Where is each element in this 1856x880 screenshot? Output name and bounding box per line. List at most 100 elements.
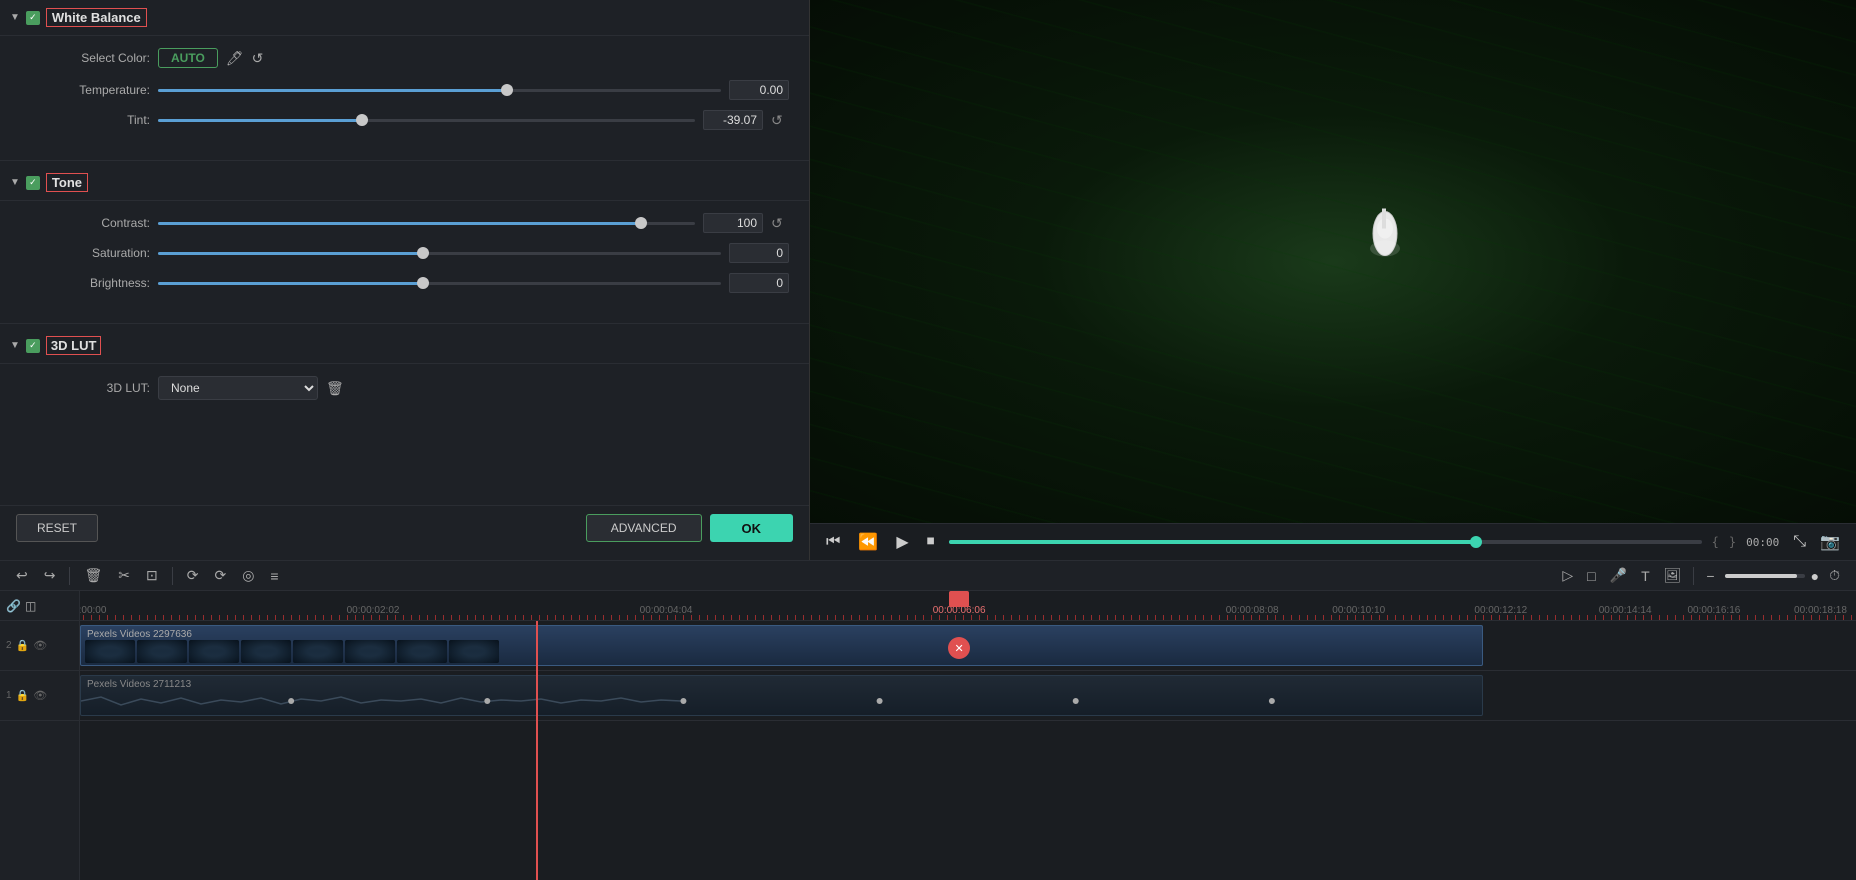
- track2-number: 2: [6, 640, 12, 651]
- tint-value[interactable]: -39.07: [703, 110, 763, 130]
- lut-section-header[interactable]: ▼ 3D LUT: [0, 328, 809, 364]
- track2-controls: 2 🔒 👁: [0, 621, 79, 671]
- zoom-dot: ●: [1811, 568, 1819, 584]
- wb-chevron: ▼: [10, 12, 20, 23]
- audio-clip[interactable]: Pexels Videos 2711213: [80, 675, 1483, 716]
- audio-track-row: Pexels Videos 2711213: [80, 671, 1856, 721]
- brightness-label: Brightness:: [40, 276, 150, 290]
- lut-trash-icon[interactable]: 🗑: [326, 380, 344, 397]
- transform-button[interactable]: ⊡: [142, 565, 162, 586]
- lut-label: 3D LUT:: [40, 381, 150, 395]
- redo-button[interactable]: ↪: [40, 565, 60, 586]
- video-preview: [810, 0, 1856, 523]
- track1-eye-icon[interactable]: 👁: [33, 689, 47, 702]
- mic-btn[interactable]: 🎤: [1606, 565, 1631, 586]
- tint-reset-icon[interactable]: ↺: [771, 112, 789, 129]
- cut-button[interactable]: ✂: [114, 565, 134, 586]
- timeline-content: 🔗 ◫ 2 🔒 👁 1 🔒 👁: [0, 591, 1856, 880]
- track2-lock-icon[interactable]: 🔒: [16, 639, 30, 652]
- auto-button[interactable]: AUTO: [158, 48, 218, 68]
- toolbar-separator-2: [172, 567, 173, 585]
- toolbar-separator-3: [1693, 567, 1694, 585]
- magnet-icon[interactable]: ◫: [25, 599, 36, 613]
- reset-button[interactable]: RESET: [16, 514, 98, 542]
- lut-checkbox[interactable]: [26, 339, 40, 353]
- rewind-button[interactable]: ⏮: [822, 531, 844, 553]
- tone-body: Contrast: 100 ↺ Saturation:: [0, 201, 809, 319]
- track1-lock-icon[interactable]: 🔒: [16, 689, 30, 702]
- contrast-value[interactable]: 100: [703, 213, 763, 233]
- track1-number: 1: [6, 690, 12, 701]
- progress-thumb: [1470, 536, 1482, 548]
- contrast-label: Contrast:: [40, 216, 150, 230]
- prev-frame-button[interactable]: ⏪: [854, 530, 882, 554]
- list-button[interactable]: ≡: [266, 566, 282, 586]
- clock-btn[interactable]: ⏱: [1825, 565, 1844, 586]
- screenshot-button[interactable]: 📷: [1816, 530, 1844, 554]
- tone-section-header[interactable]: ▼ Tone: [0, 165, 809, 201]
- video-controls-bar: ⏮ ⏪ ▶ ⏹ { } 00:00 ⤡ 📷: [810, 523, 1856, 560]
- contrast-reset-icon[interactable]: ↺: [771, 215, 789, 232]
- progress-bar[interactable]: [949, 540, 1702, 544]
- advanced-button[interactable]: ADVANCED: [586, 514, 702, 542]
- timeline-scroll-area: 00:00:00:00 00:00:02:02 00:00:04:04 00:0…: [80, 591, 1856, 880]
- tone-chevron: ▼: [10, 177, 20, 188]
- redo-special-button[interactable]: ⟳: [210, 565, 230, 586]
- delete-button[interactable]: 🗑: [80, 565, 106, 586]
- minus-btn[interactable]: −: [1702, 566, 1718, 586]
- stop-button[interactable]: ⏹: [923, 531, 939, 553]
- thumb-7: [397, 640, 447, 663]
- wb-checkbox[interactable]: [26, 11, 40, 25]
- saturation-value[interactable]: 0: [729, 243, 789, 263]
- contrast-slider[interactable]: [158, 213, 695, 233]
- track-controls-column: 🔗 ◫ 2 🔒 👁 1 🔒 👁: [0, 591, 80, 880]
- audio-track-content: Pexels Videos 2711213: [80, 671, 1856, 720]
- left-panel: ▼ White Balance Select Color: AUTO 🖊 ↺ T…: [0, 0, 810, 560]
- ok-button[interactable]: OK: [710, 514, 794, 542]
- tone-checkbox[interactable]: [26, 176, 40, 190]
- eyedropper-icon[interactable]: 🖊: [226, 50, 244, 67]
- effect-button[interactable]: ◎: [238, 565, 258, 586]
- tint-slider[interactable]: [158, 110, 695, 130]
- temperature-value[interactable]: 0.00: [729, 80, 789, 100]
- timeline-area: ↩ ↪ 🗑 ✂ ⊡ ⟳ ⟳ ◎ ≡ ▷ □ 🎤 T 🖼 − ● ⏱: [0, 560, 1856, 880]
- clip-btn[interactable]: □: [1583, 566, 1599, 586]
- lut-select[interactable]: None Cinematic Warm Cool Vintage: [158, 376, 318, 400]
- saturation-slider[interactable]: [158, 243, 721, 263]
- video-clip[interactable]: Pexels Videos 2297636: [80, 625, 1483, 666]
- timeline-ruler[interactable]: 00:00:00:00 00:00:02:02 00:00:04:04 00:0…: [80, 591, 1856, 621]
- temperature-slider[interactable]: [158, 80, 721, 100]
- undo-special-button[interactable]: ⟳: [183, 565, 203, 586]
- image-btn[interactable]: 🖼: [1660, 565, 1686, 586]
- zoom-fill: [1725, 574, 1797, 578]
- bottom-right-buttons: ADVANCED OK: [586, 514, 793, 542]
- track2-eye-icon[interactable]: 👁: [33, 639, 47, 652]
- undo-button[interactable]: ↩: [12, 565, 32, 586]
- caption-btn[interactable]: T: [1637, 566, 1654, 586]
- white-balance-section-header[interactable]: ▼ White Balance: [0, 0, 809, 36]
- bottom-buttons: RESET ADVANCED OK: [0, 505, 809, 550]
- reset-small-wb[interactable]: ↺: [252, 50, 264, 67]
- play-head-btn[interactable]: ▷: [1558, 565, 1577, 586]
- keyframe-marker[interactable]: ✕: [948, 637, 970, 659]
- clip-thumbnails: [81, 626, 1482, 665]
- temperature-row: Temperature: 0.00: [40, 80, 789, 100]
- water-texture: [810, 0, 1856, 523]
- brightness-slider[interactable]: [158, 273, 721, 293]
- ruler-ticks: [80, 612, 1856, 620]
- brightness-value[interactable]: 0: [729, 273, 789, 293]
- zoom-bar[interactable]: [1725, 574, 1805, 578]
- fullscreen-button[interactable]: ⤡: [1789, 530, 1810, 554]
- thumb-8: [449, 640, 499, 663]
- saturation-row: Saturation: 0: [40, 243, 789, 263]
- audio-waveform: [81, 695, 1482, 711]
- contrast-row: Contrast: 100 ↺: [40, 213, 789, 233]
- tracks-container: ✕ Pexels Videos 2297636: [80, 621, 1856, 880]
- boat-container: [1360, 194, 1410, 277]
- thumb-3: [189, 640, 239, 663]
- toolbar-separator-1: [69, 567, 70, 585]
- play-button[interactable]: ▶: [892, 530, 912, 554]
- link-icon[interactable]: 🔗: [6, 599, 21, 613]
- time-display: 00:00: [1746, 536, 1779, 549]
- temperature-label: Temperature:: [40, 83, 150, 97]
